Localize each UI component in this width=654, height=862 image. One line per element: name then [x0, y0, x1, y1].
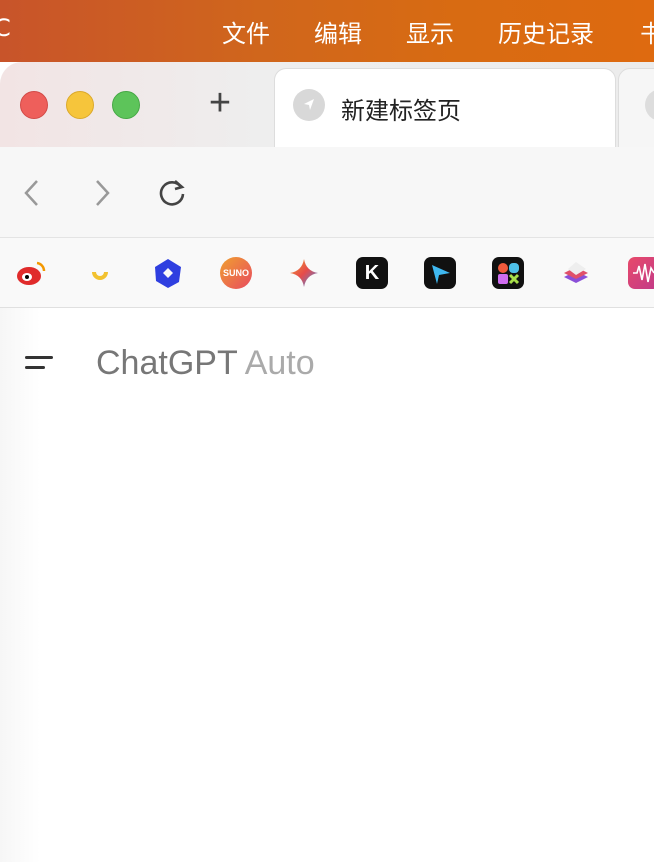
- bookmark-suno-icon[interactable]: SUNO: [220, 257, 252, 289]
- menu-app-name[interactable]: C: [0, 14, 11, 42]
- bookmark-stack-icon[interactable]: [560, 257, 592, 289]
- menu-bar: C 文件 编辑 显示 历史记录 书: [0, 0, 654, 62]
- tab-inactive[interactable]: [618, 68, 654, 152]
- toolbar: [0, 147, 654, 237]
- tab-active[interactable]: 新建标签页: [274, 68, 616, 152]
- menu-history[interactable]: 历史记录: [498, 14, 594, 49]
- model-name: ChatGPT: [96, 344, 238, 382]
- bookmark-audio-icon[interactable]: [628, 257, 654, 289]
- bookmark-tiangong-icon[interactable]: [424, 257, 456, 289]
- zoom-window-button[interactable]: [112, 91, 140, 119]
- kimi-logo-text: K: [364, 261, 380, 284]
- menu-bookmarks[interactable]: 书: [640, 14, 654, 49]
- close-window-button[interactable]: [20, 91, 48, 119]
- model-variant: Auto: [244, 344, 315, 382]
- sidebar-toggle-icon[interactable]: [25, 354, 55, 374]
- new-tab-plus-icon[interactable]: +: [203, 84, 237, 122]
- model-selector[interactable]: ChatGPT Auto: [96, 344, 315, 383]
- menu-edit[interactable]: 编辑: [314, 14, 362, 49]
- page-content: ChatGPT Auto: [0, 308, 654, 862]
- suno-logo-text: SUNO: [222, 268, 249, 278]
- bookmark-apps-icon[interactable]: [492, 257, 524, 289]
- tab-strip: + 新建标签页: [0, 62, 654, 152]
- browser-window: + 新建标签页 SUNO K ChatGPT Auto: [0, 62, 654, 862]
- bookmark-kimi-icon[interactable]: K: [356, 257, 388, 289]
- minimize-window-button[interactable]: [66, 91, 94, 119]
- bookmark-gemini-icon[interactable]: [288, 257, 320, 289]
- tab-favicon-icon: [645, 89, 654, 121]
- back-icon[interactable]: [22, 179, 42, 207]
- menu-file[interactable]: 文件: [222, 14, 270, 49]
- bookmark-weibo-icon[interactable]: [15, 257, 47, 289]
- menu-view[interactable]: 显示: [406, 14, 454, 49]
- bookmarks-bar: SUNO K: [0, 237, 654, 308]
- forward-icon[interactable]: [92, 179, 112, 207]
- tab-title: 新建标签页: [341, 97, 461, 125]
- bookmark-yuanbao-icon[interactable]: [84, 257, 116, 289]
- tab-favicon-icon: [293, 89, 325, 121]
- reload-icon[interactable]: [157, 177, 187, 207]
- bookmark-qwen-icon[interactable]: [152, 257, 184, 289]
